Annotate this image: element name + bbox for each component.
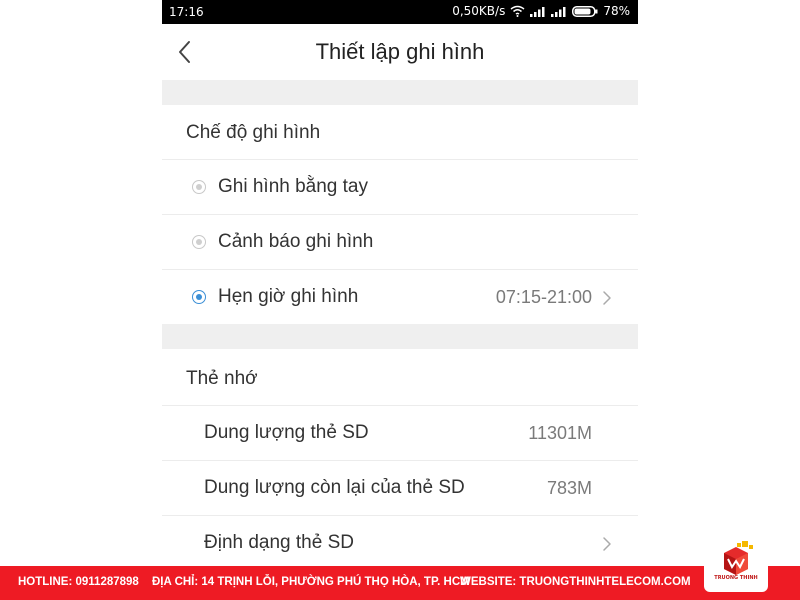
sd-capacity-row: Dung lượng thẻ SD 11301M — [162, 405, 638, 460]
footer-website: WEBSITE: TRUONGTHINHTELECOM.COM — [460, 576, 691, 588]
schedule-time: 07:15-21:00 — [495, 287, 592, 307]
wifi-icon — [510, 5, 525, 17]
radio-unchecked-icon[interactable] — [192, 180, 206, 194]
recording-mode-heading: Chế độ ghi hình — [186, 122, 321, 143]
section-divider — [162, 324, 638, 349]
status-bar: 17:16 0,50KB/s 78% — [162, 0, 638, 24]
memory-card-heading: Thẻ nhớ — [186, 368, 258, 389]
footer-address: ĐỊA CHỈ: 14 TRỊNH LỖI, PHƯỜNG PHÚ THỌ HÒ… — [152, 576, 470, 588]
footer-banner: HOTLINE: 0911287898 ĐỊA CHỈ: 14 TRỊNH LỖ… — [0, 566, 800, 600]
footer-hotline: HOTLINE: 0911287898 — [18, 576, 139, 588]
option-label: Ghi hình bằng tay — [218, 176, 368, 197]
signal-icon — [530, 6, 546, 17]
radio-unchecked-icon[interactable] — [192, 235, 206, 249]
option-label: Cảnh báo ghi hình — [218, 231, 374, 252]
option-alarm-recording[interactable]: Cảnh báo ghi hình — [162, 214, 638, 269]
sd-remaining-value: 783M — [546, 478, 592, 498]
radio-checked-icon[interactable] — [192, 290, 206, 304]
brand-logo: TRUONG THINH — [704, 536, 768, 592]
battery-percent: 78% — [603, 4, 630, 18]
brand-logo-icon — [724, 541, 753, 575]
signal-icon-2 — [551, 6, 567, 17]
sd-capacity-label: Dung lượng thẻ SD — [204, 422, 369, 443]
chevron-right-icon — [603, 537, 611, 551]
sd-capacity-value: 11301M — [528, 423, 592, 443]
phone-screen: 17:16 0,50KB/s 78% Thiết lập ghi hình Ch… — [162, 0, 638, 566]
section-divider — [162, 80, 638, 105]
sd-remaining-label: Dung lượng còn lại của thẻ SD — [204, 477, 465, 498]
status-time: 17:16 — [169, 5, 204, 19]
option-manual-recording[interactable]: Ghi hình bằng tay — [162, 159, 638, 214]
sd-format-label: Định dạng thẻ SD — [204, 532, 354, 553]
page-title: Thiết lập ghi hình — [315, 39, 485, 64]
option-label: Hẹn giờ ghi hình — [218, 286, 359, 307]
status-indicators: 0,50KB/s 78% — [452, 4, 630, 18]
sd-remaining-row: Dung lượng còn lại của thẻ SD 783M — [162, 460, 638, 515]
battery-icon — [572, 5, 598, 17]
brand-logo-text: TRUONG THINH — [714, 575, 758, 581]
network-speed: 0,50KB/s — [452, 4, 506, 18]
option-scheduled-recording[interactable]: Hẹn giờ ghi hình 07:15-21:00 — [162, 269, 638, 324]
nav-bar: Thiết lập ghi hình — [162, 24, 638, 80]
sd-format-row[interactable]: Định dạng thẻ SD — [162, 515, 638, 566]
chevron-right-icon — [603, 291, 611, 305]
